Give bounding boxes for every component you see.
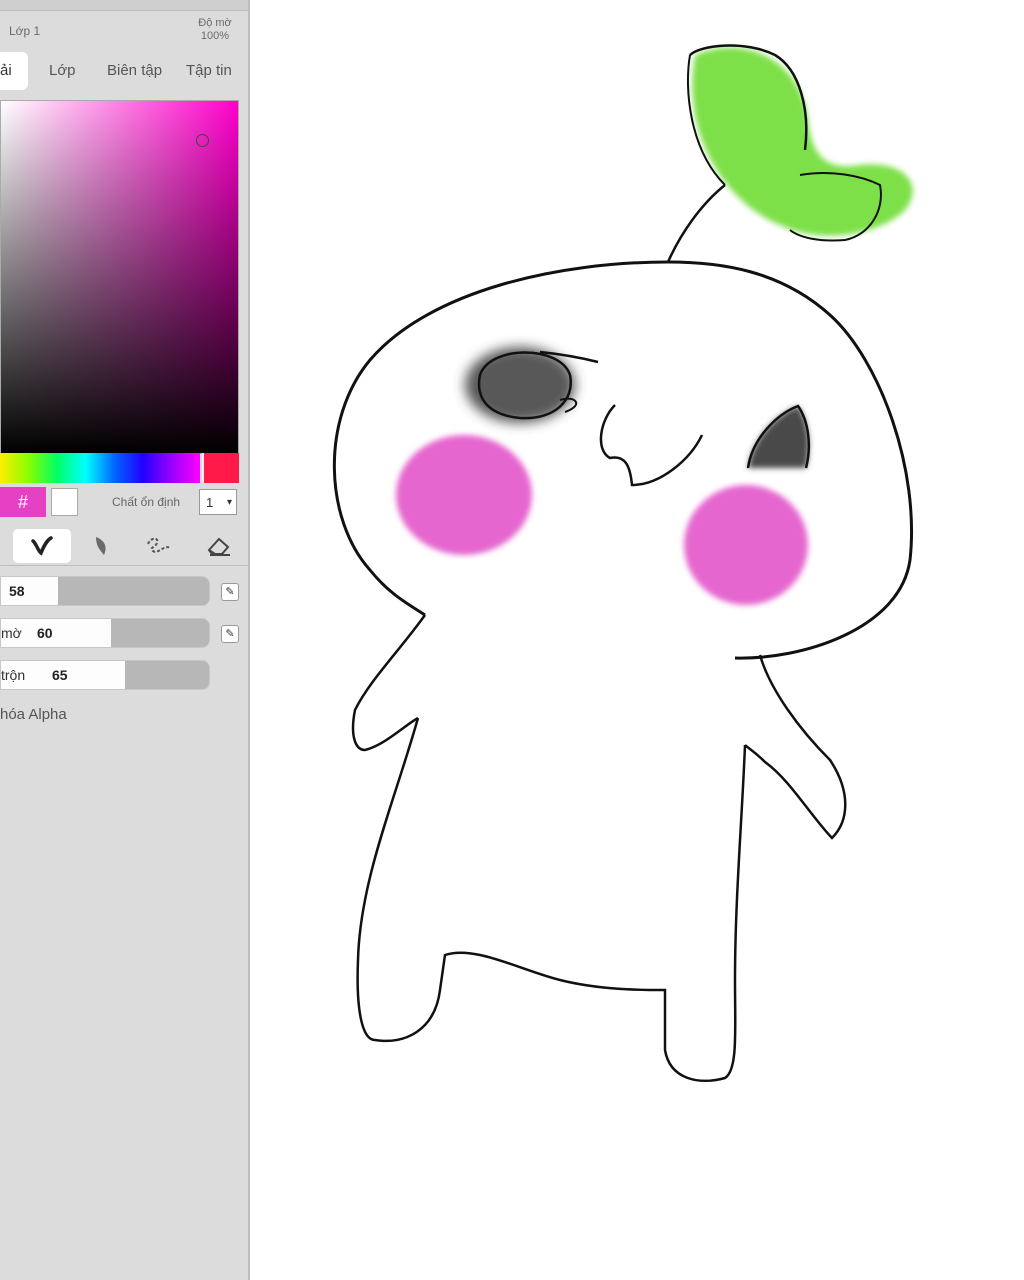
eraser-icon xyxy=(207,537,230,556)
right-blush xyxy=(684,485,808,605)
hue-marker-swatch[interactable] xyxy=(202,453,239,483)
left-eye xyxy=(465,347,599,423)
tab-edit[interactable]: Biên tập xyxy=(107,52,162,90)
right-arm xyxy=(744,654,847,840)
pen-pressure-icon[interactable]: ✎ xyxy=(221,625,239,643)
pen-pressure-icon[interactable]: ✎ xyxy=(221,583,239,601)
left-blush xyxy=(396,435,532,555)
hex-color-button[interactable]: # xyxy=(0,487,46,517)
tab-layer[interactable]: Lớp xyxy=(49,52,76,90)
smudge-icon xyxy=(147,537,171,553)
brush-tool-3[interactable] xyxy=(78,529,124,563)
tool-panel: Lớp 1 Độ mờ 100% ải Lớp Biên tập Tập tin… xyxy=(0,0,250,1280)
brush-opacity-label: mờ xyxy=(1,625,22,641)
alpha-lock-toggle[interactable]: hóa Alpha xyxy=(0,706,67,723)
brush-tool-5[interactable] xyxy=(196,529,242,563)
brush-tool-row xyxy=(0,527,248,566)
brush-tool-4[interactable] xyxy=(136,529,182,563)
stabilizer-select[interactable]: 1 ▾ xyxy=(199,489,237,515)
sprout-stem xyxy=(666,184,726,263)
hue-slider[interactable] xyxy=(0,453,200,483)
tab-file[interactable]: Tập tin xyxy=(186,52,232,90)
sprout-leaf xyxy=(686,44,913,242)
color-picker-cursor[interactable] xyxy=(196,134,209,147)
brush-opacity-value: 60 xyxy=(37,625,53,641)
opacity-value: 100% xyxy=(200,30,230,42)
layer-name[interactable]: Lớp 1 xyxy=(9,24,40,38)
panel-tabs: ải Lớp Biên tập Tập tin xyxy=(0,52,248,90)
drawing-artwork xyxy=(332,44,914,1082)
brush-size-value: 58 xyxy=(9,583,25,599)
character-body xyxy=(356,717,747,1082)
brush-blend-slider[interactable]: trộn 65 xyxy=(0,660,210,690)
brush-blend-value: 65 xyxy=(52,667,68,683)
secondary-color-swatch[interactable] xyxy=(51,488,78,516)
drawing-canvas[interactable] xyxy=(250,0,1024,1280)
right-eye xyxy=(746,404,811,469)
color-saturation-value-picker[interactable] xyxy=(0,100,239,454)
brush-blend-label: trộn xyxy=(1,667,26,683)
layer-opacity[interactable]: Độ mờ 100% xyxy=(190,17,240,43)
feather-icon xyxy=(96,537,106,555)
brush-tool-2[interactable] xyxy=(13,529,71,563)
stabilizer-label: Chất ổn định xyxy=(112,495,181,509)
tab-brush[interactable]: ải xyxy=(0,52,28,90)
opacity-title: Độ mờ xyxy=(198,17,232,29)
top-toolbar-strip xyxy=(0,0,248,11)
brush-size-slider[interactable]: 58 xyxy=(0,576,210,606)
stabilizer-value: 1 xyxy=(206,495,214,510)
pen-stroke-icon xyxy=(31,536,53,556)
chevron-down-icon: ▾ xyxy=(226,497,232,508)
brush-opacity-slider[interactable]: mờ 60 xyxy=(0,618,210,648)
mouth xyxy=(599,404,704,487)
